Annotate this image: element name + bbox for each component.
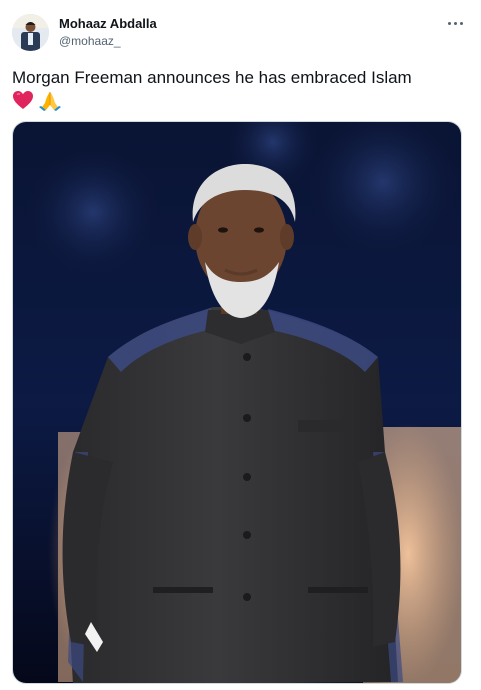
- author-avatar[interactable]: [12, 14, 49, 51]
- heart-emoji-icon: [13, 91, 33, 109]
- ellipsis-icon: [453, 21, 457, 25]
- ellipsis-icon: [447, 21, 451, 25]
- author-handle[interactable]: @mohaaz_: [59, 34, 121, 48]
- tweet-emojis: [12, 88, 62, 112]
- folded-hands-emoji-icon: [39, 92, 61, 111]
- more-options-button[interactable]: [442, 12, 468, 34]
- author-name[interactable]: Mohaaz Abdalla: [59, 16, 157, 31]
- tweet-card: Mohaaz Abdalla @mohaaz_ Morgan Freeman a…: [0, 0, 481, 690]
- avatar-image: [12, 14, 49, 51]
- photo-image: [13, 122, 461, 683]
- tweet-text: Morgan Freeman announces he has embraced…: [12, 68, 412, 87]
- tweet-photo[interactable]: [12, 121, 462, 684]
- ellipsis-icon: [459, 21, 463, 25]
